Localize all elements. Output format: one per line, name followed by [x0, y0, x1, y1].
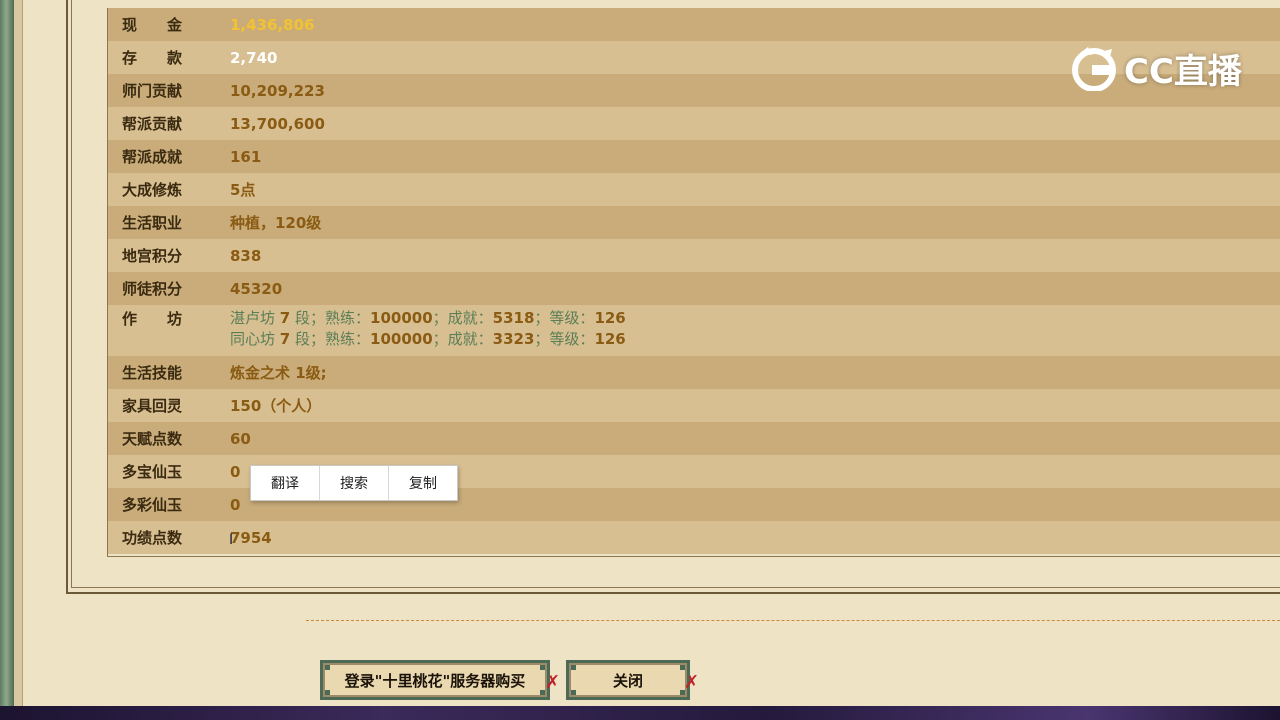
row-label: 生活技能 — [122, 364, 183, 382]
row-label: 多彩仙玉 — [122, 496, 183, 514]
corner-icon — [680, 665, 685, 670]
row-label: 生活职业 — [122, 214, 183, 232]
row-value: 161 — [230, 147, 262, 166]
corner-icon — [540, 665, 545, 670]
row-dungeon-points: 地宫积分 838 — [108, 239, 1280, 272]
row-value: 种植，120级 — [230, 214, 322, 232]
row-cash: 现 金 1,436,806 — [108, 8, 1280, 41]
watermark-text: CC直播 — [1124, 51, 1242, 92]
row-label: 师徒积分 — [122, 280, 183, 298]
row-value: 10,209,223 — [230, 81, 325, 100]
row-label: 现 金 — [122, 16, 183, 34]
close-button-label: 关闭 — [612, 671, 643, 690]
row-cultivation: 大成修炼 5点 — [108, 173, 1280, 206]
workshop-line: 湛卢坊 7 段；熟练：100000；成就：5318；等级：126 — [230, 309, 626, 327]
tassel-icon: ✗ — [684, 672, 700, 693]
text-cursor-icon: Ⅰ — [229, 532, 234, 548]
row-value: 60 — [230, 429, 251, 448]
row-life-skill: 生活技能 炼金之术 1级; — [108, 356, 1280, 389]
row-label: 师门贡献 — [122, 82, 183, 100]
row-label: 大成修炼 — [122, 181, 183, 199]
row-value: 5点 — [230, 181, 256, 199]
context-search[interactable]: 搜索 — [320, 466, 389, 500]
row-value: 0 — [230, 495, 241, 514]
row-label: 天赋点数 — [122, 430, 183, 448]
row-value: 13,700,600 — [230, 114, 325, 133]
corner-icon — [325, 690, 330, 695]
row-label: 多宝仙玉 — [122, 463, 183, 481]
row-value: 150（个人） — [230, 397, 322, 415]
row-value: 838 — [230, 246, 262, 265]
row-furniture: 家具回灵 150（个人） — [108, 389, 1280, 422]
workshop-line: 同心坊 7 段；熟练：100000；成就：3323；等级：126 — [230, 330, 626, 348]
context-menu: 翻译 搜索 复制 — [250, 465, 458, 501]
row-label: 地宫积分 — [122, 247, 183, 265]
context-translate[interactable]: 翻译 — [251, 466, 320, 500]
row-label: 作 坊 — [122, 310, 183, 328]
left-jade-border — [0, 0, 14, 706]
row-label: 功绩点数 — [122, 529, 183, 547]
row-value: 2,740 — [230, 48, 278, 67]
buy-button-label: 登录"十里桃花"服务器购买 — [344, 671, 526, 690]
corner-icon — [571, 690, 576, 695]
workshop-lines: 湛卢坊 7 段；熟练：100000；成就：5318；等级：126 同心坊 7 段… — [230, 308, 626, 350]
row-guild-achievement: 帮派成就 161 — [108, 140, 1280, 173]
row-guild-contribution: 帮派贡献 13,700,600 — [108, 107, 1280, 140]
corner-icon — [325, 665, 330, 670]
row-label: 帮派贡献 — [122, 115, 183, 133]
row-label: 帮派成就 — [122, 148, 183, 166]
row-label: 家具回灵 — [122, 397, 183, 415]
row-value: 1,436,806 — [230, 15, 315, 34]
corner-icon — [571, 665, 576, 670]
cc-live-watermark: CC直播 — [1070, 44, 1242, 92]
left-inner-border — [14, 0, 23, 706]
game-background-strip — [0, 706, 1280, 720]
row-label: 存 款 — [122, 49, 183, 67]
row-value: 7954 — [230, 528, 272, 547]
row-workshop: 作 坊 湛卢坊 7 段；熟练：100000；成就：5318；等级：126 同心坊… — [108, 305, 1280, 356]
context-copy[interactable]: 复制 — [389, 466, 457, 500]
row-mentor-points: 师徒积分 45320 — [108, 272, 1280, 305]
dashed-divider — [306, 620, 1280, 621]
close-button[interactable]: 关闭 — [566, 660, 690, 700]
row-value: 0 — [230, 462, 241, 481]
row-value: 炼金之术 1级; — [230, 364, 327, 382]
row-merit-points: 功绩点数 7954 — [108, 521, 1280, 554]
row-life-profession: 生活职业 种植，120级 — [108, 206, 1280, 239]
row-value: 45320 — [230, 279, 283, 298]
row-talent-points: 天赋点数 60 — [108, 422, 1280, 455]
buy-button[interactable]: 登录"十里桃花"服务器购买 — [320, 660, 550, 700]
tassel-icon: ✗ — [545, 672, 561, 693]
cc-logo-icon — [1072, 47, 1116, 91]
